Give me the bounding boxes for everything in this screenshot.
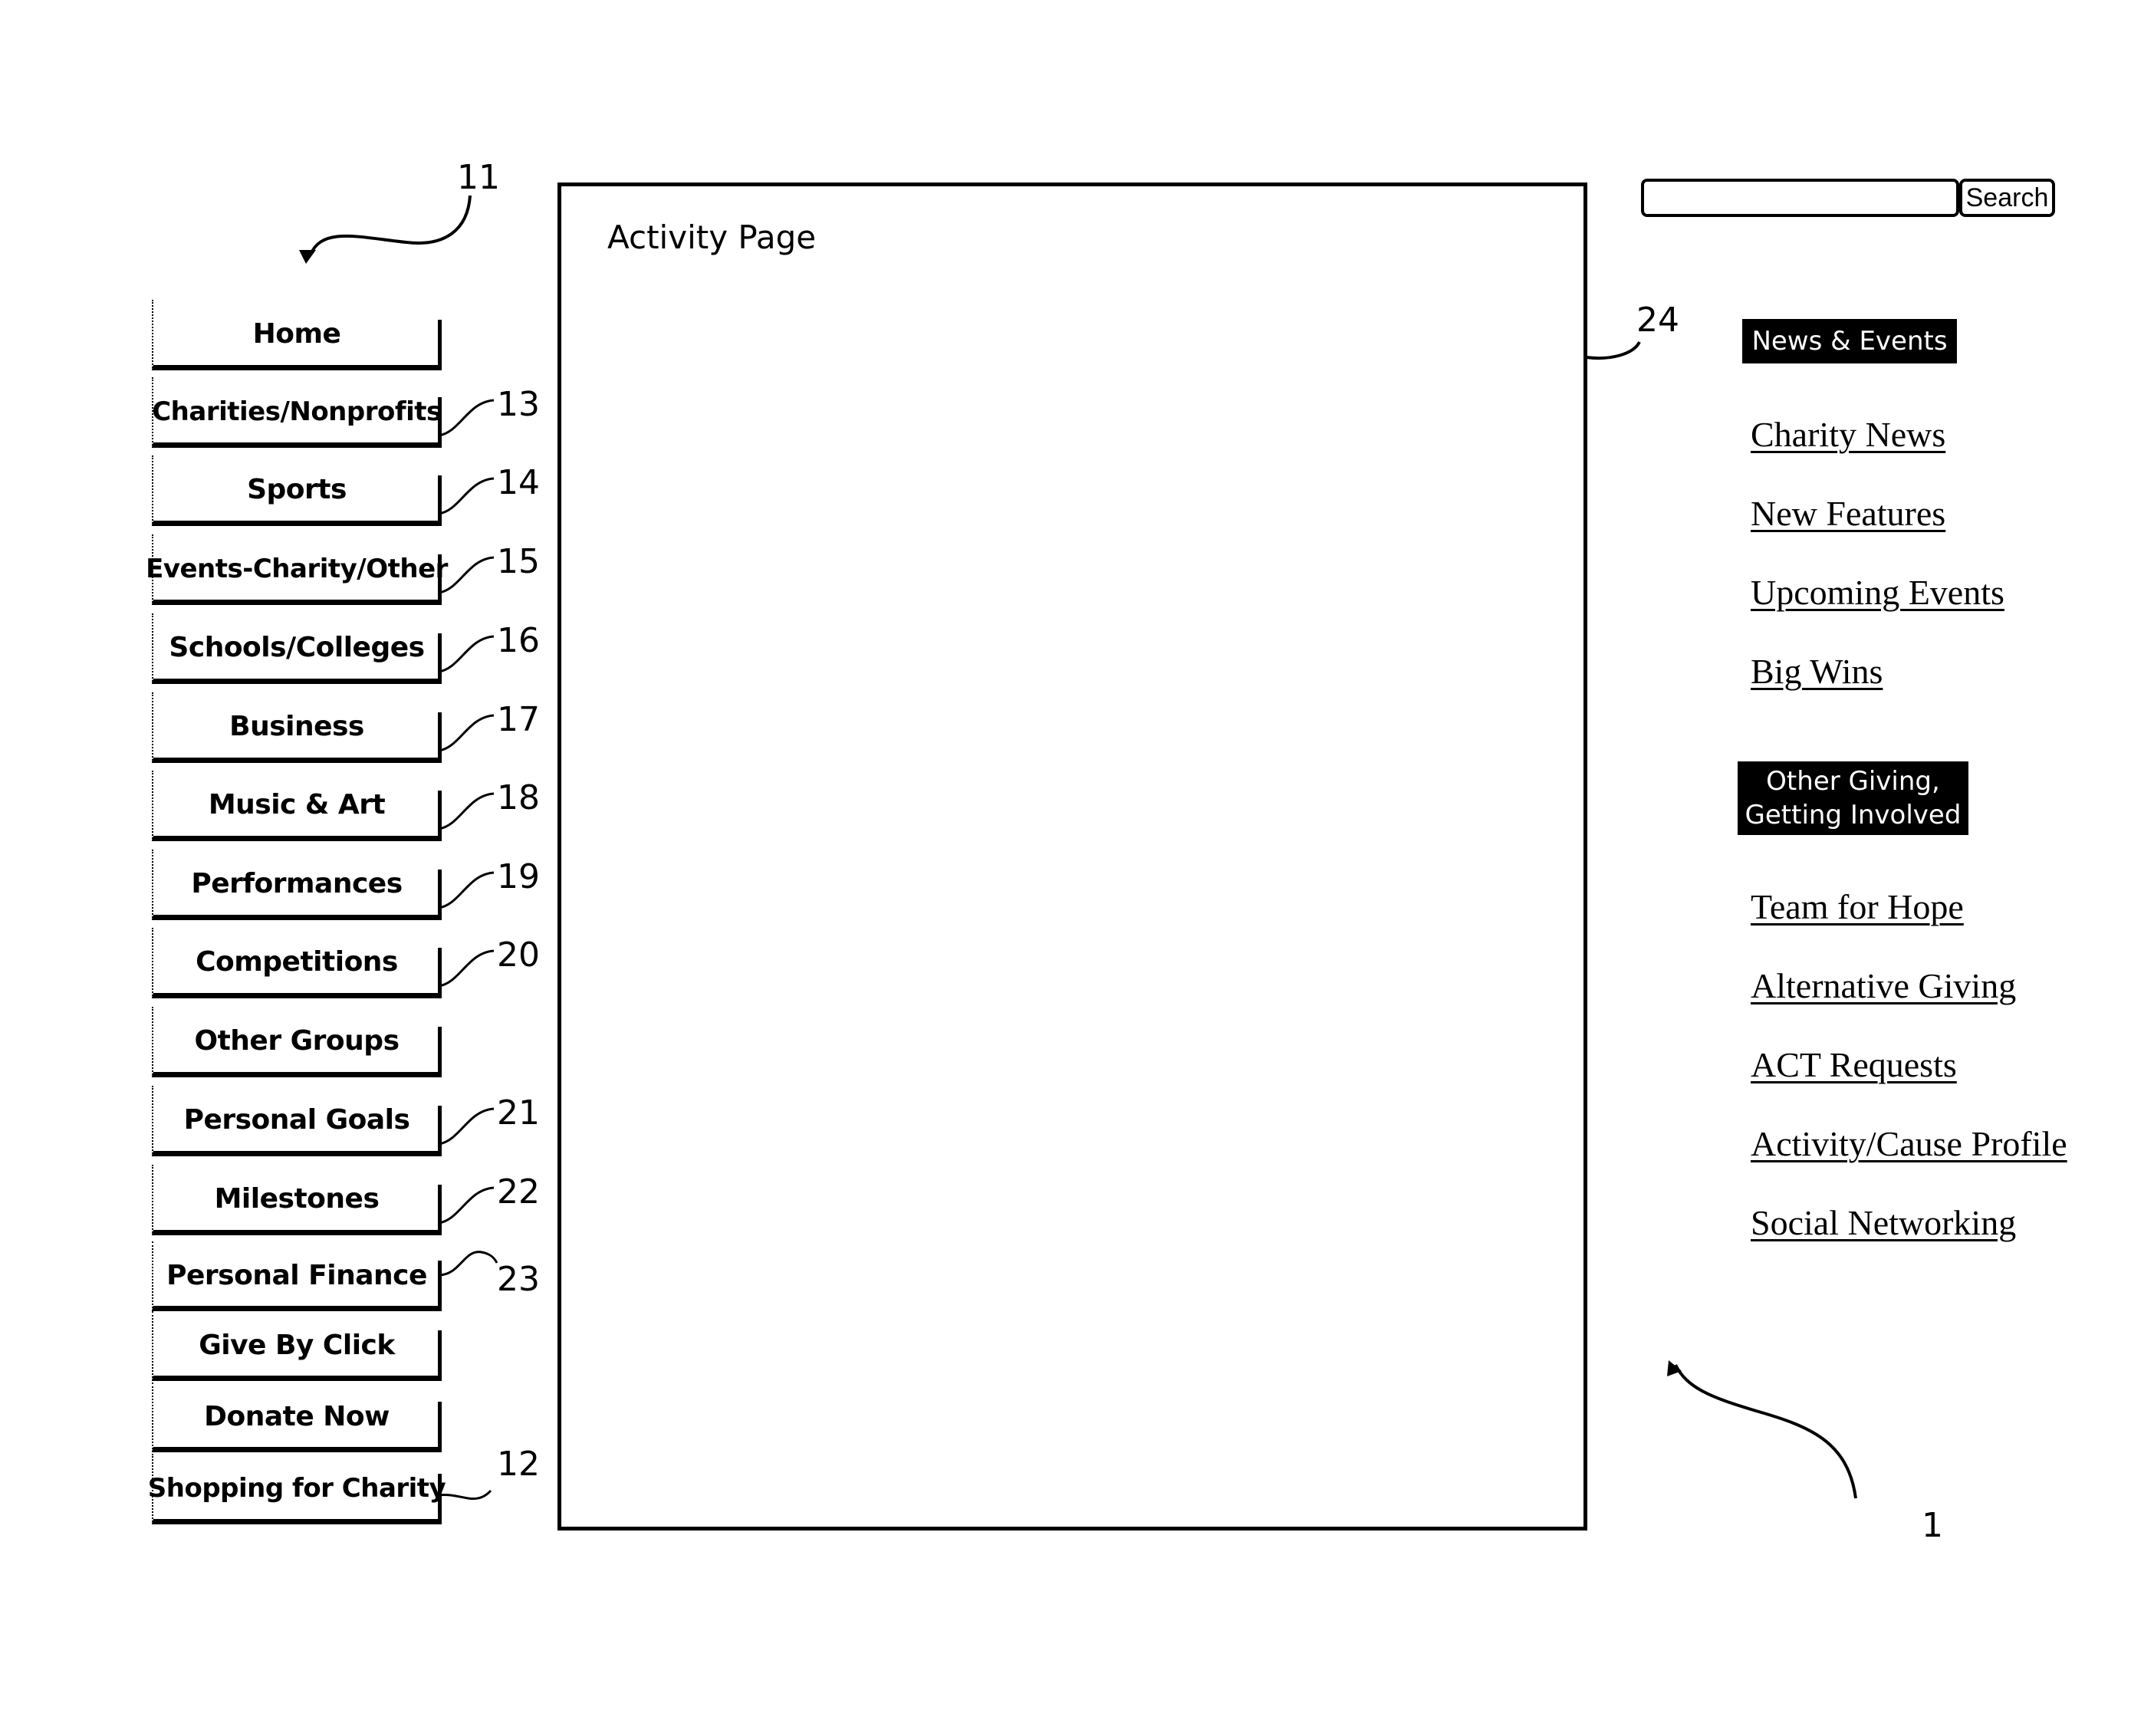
nav-button-business[interactable]: Business — [152, 692, 442, 763]
ref-numeral-nav-item: 22 — [497, 1172, 540, 1212]
nav-button-label: Donate Now — [204, 1400, 390, 1432]
nav-button-personal-finance[interactable]: Personal Finance — [152, 1241, 442, 1311]
leader-line-nav-item — [438, 1186, 495, 1225]
main-content-panel: Activity Page — [557, 182, 1587, 1531]
arrow-head-icon — [1667, 1360, 1682, 1376]
nav-button-donate-now[interactable]: Donate Now — [152, 1383, 442, 1452]
ref-numeral-nav-item: 21 — [497, 1093, 540, 1133]
nav-button-label: Charities/Nonprofits — [152, 396, 442, 427]
ref-numeral-nav-item: 23 — [497, 1260, 540, 1299]
page-title: Activity Page — [607, 219, 817, 256]
ref-numeral-nav-item: 14 — [497, 463, 540, 502]
search-input[interactable] — [1641, 179, 1959, 217]
section-header-line: Getting Involved — [1745, 800, 1962, 830]
search-button[interactable]: Search — [1959, 179, 2055, 217]
ref-numeral-nav-item: 19 — [497, 857, 540, 896]
ref-numeral-main-panel: 24 — [1636, 301, 1679, 340]
nav-button-label: Personal Goals — [183, 1104, 410, 1136]
nav-button-performances[interactable]: Performances — [152, 850, 442, 920]
link-activity-cause-profile[interactable]: Activity/Cause Profile — [1751, 1123, 2067, 1164]
section-header-news-events: News & Events — [1742, 319, 1957, 363]
nav-button-label: Give By Click — [199, 1329, 395, 1361]
link-team-for-hope[interactable]: Team for Hope — [1751, 886, 1964, 927]
nav-button-personal-goals[interactable]: Personal Goals — [152, 1086, 442, 1156]
ref-numeral-nav-item: 16 — [497, 621, 540, 660]
nav-button-shopping-for-charity[interactable]: Shopping for Charity — [147, 1454, 446, 1524]
leader-line-nav-item — [438, 635, 495, 673]
nav-button-label: Schools/Colleges — [169, 632, 425, 663]
nav-button-label: Milestones — [214, 1183, 380, 1215]
nav-button-sports[interactable]: Sports — [152, 455, 442, 526]
link-social-networking[interactable]: Social Networking — [1751, 1202, 2016, 1243]
ref-numeral-nav-item: 17 — [497, 700, 540, 739]
nav-button-label: Business — [229, 711, 364, 742]
leader-line-nav-item — [438, 1489, 492, 1500]
nav-button-events-charity-other[interactable]: Events-Charity/Other — [146, 534, 448, 605]
ref-numeral-nav-item: 20 — [497, 935, 540, 975]
nav-button-label: Shopping for Charity — [147, 1472, 446, 1504]
nav-button-label: Home — [252, 318, 341, 350]
nav-button-give-by-click[interactable]: Give By Click — [152, 1311, 442, 1381]
link-alternative-giving[interactable]: Alternative Giving — [1751, 965, 2016, 1006]
nav-button-charities-nonprofits[interactable]: Charities/Nonprofits — [152, 377, 442, 448]
nav-button-label: Music & Art — [208, 789, 386, 820]
nav-button-label: Competitions — [196, 946, 398, 978]
nav-button-label: Events-Charity/Other — [146, 553, 448, 584]
leader-line-nav-item — [438, 399, 495, 437]
nav-button-label: Sports — [247, 474, 347, 505]
arrow-head-icon — [299, 250, 316, 264]
link-new-features[interactable]: New Features — [1751, 493, 1945, 534]
leader-line-nav-item — [438, 477, 495, 515]
nav-button-schools-colleges[interactable]: Schools/Colleges — [152, 613, 442, 684]
nav-button-label: Performances — [191, 868, 403, 899]
nav-button-milestones[interactable]: Milestones — [152, 1165, 442, 1235]
link-big-wins[interactable]: Big Wins — [1751, 651, 1883, 692]
link-charity-news[interactable]: Charity News — [1751, 414, 1945, 455]
ref-numeral-nav-item: 18 — [497, 778, 540, 817]
ref-numeral-nav-item: 15 — [497, 542, 540, 581]
leader-line-nav-item — [438, 949, 495, 988]
nav-button-home[interactable]: Home — [152, 300, 442, 370]
nav-button-competitions[interactable]: Competitions — [152, 928, 442, 998]
leader-line-nav-item — [438, 1251, 498, 1277]
link-act-requests[interactable]: ACT Requests — [1751, 1044, 1957, 1085]
leader-line-nav-item — [438, 871, 495, 909]
ref-numeral-nav-item: 13 — [497, 385, 540, 424]
nav-button-music-art[interactable]: Music & Art — [152, 771, 442, 841]
section-header-other-giving: Other Giving, Getting Involved — [1738, 761, 1968, 835]
leader-line-nav-item — [438, 1107, 495, 1146]
section-header-line: Other Giving, — [1766, 766, 1940, 797]
leader-line-nav-item — [438, 714, 495, 752]
leader-line-left-nav — [309, 195, 472, 255]
ref-numeral-nav-item: 12 — [497, 1445, 540, 1484]
nav-button-label: Personal Finance — [166, 1259, 427, 1291]
ref-numeral-page: 1 — [1922, 1506, 1943, 1545]
leader-line-nav-item — [438, 792, 495, 830]
leader-line-page — [1674, 1364, 1857, 1499]
link-upcoming-events[interactable]: Upcoming Events — [1751, 572, 2004, 613]
nav-button-label: Other Groups — [194, 1025, 400, 1057]
nav-button-other-groups[interactable]: Other Groups — [152, 1007, 442, 1077]
ref-numeral-left-nav: 11 — [457, 158, 500, 197]
